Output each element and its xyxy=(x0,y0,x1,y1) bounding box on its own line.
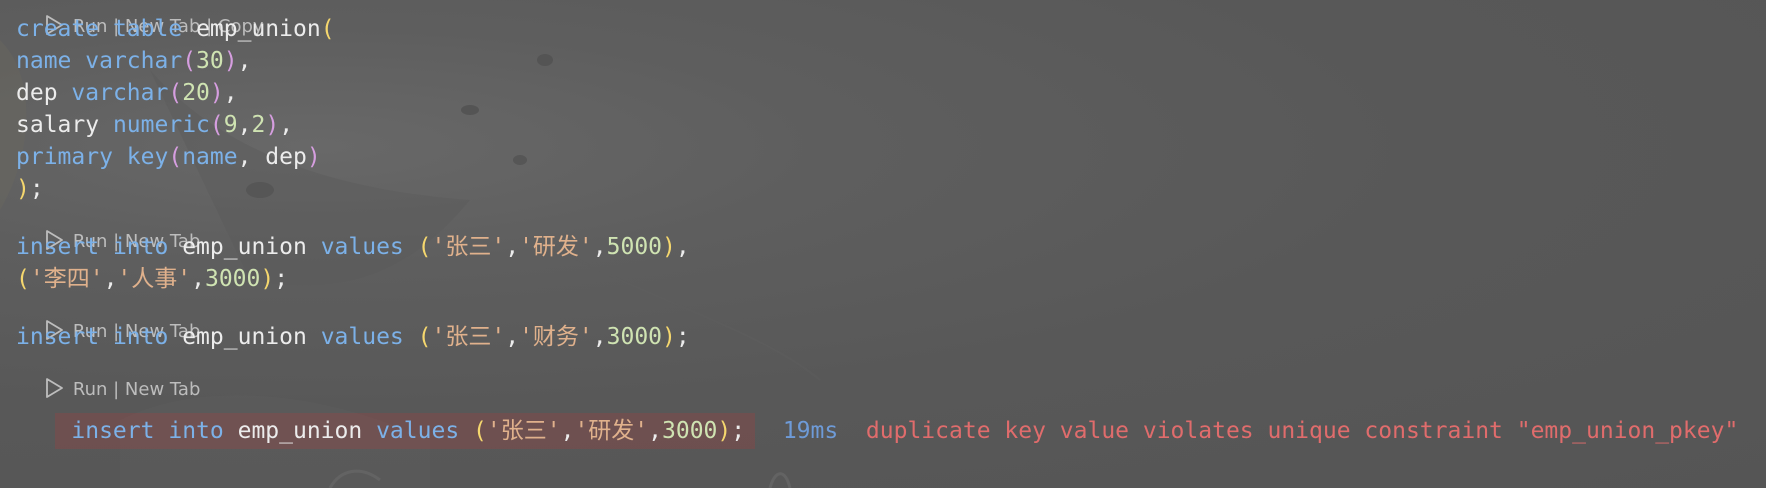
string: '研发' xyxy=(519,234,593,260)
paren: ( xyxy=(168,80,183,106)
string: '研发' xyxy=(574,418,649,444)
string: '人事' xyxy=(117,266,192,292)
column-salary: salary xyxy=(16,112,100,138)
semicolon: ; xyxy=(731,418,746,444)
paren: ) xyxy=(260,266,275,292)
sql-editor[interactable]: Run | New Tab | Copy create table emp_un… xyxy=(0,0,1766,488)
keyword-key: key xyxy=(126,144,169,170)
number: 3000 xyxy=(662,418,718,444)
comma: , xyxy=(675,234,690,260)
string: '张三' xyxy=(431,234,506,260)
number: 30 xyxy=(196,48,224,74)
comma: , xyxy=(191,266,205,292)
paren: ) xyxy=(223,48,238,74)
keyword-primary: primary xyxy=(16,144,113,170)
table-name: emp_union xyxy=(182,234,307,260)
codelens-2: Run | New Tab xyxy=(20,293,200,342)
type-varchar: varchar xyxy=(71,80,169,106)
codelens-3: Run | New Tab xyxy=(20,351,200,400)
comma: , xyxy=(237,48,252,74)
number: 5000 xyxy=(606,234,663,260)
paren: ) xyxy=(265,112,280,138)
number: 2 xyxy=(251,112,266,138)
number: 20 xyxy=(182,80,210,106)
comma: , xyxy=(592,234,607,260)
type-varchar: varchar xyxy=(85,48,183,74)
code-line-8[interactable]: ('李四','人事',3000); xyxy=(16,261,288,297)
keyword-into: into xyxy=(112,324,169,350)
semicolon: ; xyxy=(675,324,690,350)
paren: ( xyxy=(320,16,335,42)
column-dep: dep xyxy=(16,80,58,106)
paren: ( xyxy=(209,112,224,138)
semicolon: ; xyxy=(274,266,289,292)
column-name: name xyxy=(16,48,72,74)
keyword-table: table xyxy=(112,16,183,42)
execution-time: 19ms xyxy=(782,418,839,444)
keyword-create: create xyxy=(16,16,100,42)
keyword-insert: insert xyxy=(16,234,100,260)
keyword-values: values xyxy=(376,418,460,444)
keyword-values: values xyxy=(320,324,404,350)
table-name: emp_union xyxy=(196,16,321,42)
paren: ( xyxy=(417,234,432,260)
code-line-6[interactable]: ); xyxy=(16,171,44,207)
paren: ) xyxy=(717,418,732,444)
error-message: duplicate key value violates unique cons… xyxy=(865,418,1739,444)
paren: ( xyxy=(417,324,432,350)
comma: , xyxy=(592,324,607,350)
keyword-into: into xyxy=(112,234,169,260)
comma: , xyxy=(505,234,520,260)
code-line-2[interactable]: name varchar(30), xyxy=(16,43,251,79)
key-column-dep: dep xyxy=(265,144,307,170)
code-line-1[interactable]: create table emp_union( xyxy=(16,11,335,47)
code-line-10[interactable]: insert into emp_union values ('张三','研发',… xyxy=(16,377,1738,449)
paren: ) xyxy=(306,144,321,170)
string: '张三' xyxy=(486,418,561,444)
comma: , xyxy=(505,324,520,350)
keyword-into: into xyxy=(168,418,224,444)
paren: ( xyxy=(16,266,30,292)
comma: , xyxy=(237,144,266,170)
semicolon: ; xyxy=(29,176,44,202)
comma: , xyxy=(237,112,252,138)
paren: ( xyxy=(473,418,487,444)
number: 3000 xyxy=(204,266,261,292)
paren: ) xyxy=(16,176,30,202)
comma: , xyxy=(648,418,663,444)
comma: , xyxy=(223,80,238,106)
code-line-9[interactable]: insert into emp_union values ('张三','财务',… xyxy=(16,319,690,355)
code-line-3[interactable]: dep varchar(20), xyxy=(16,75,238,111)
keyword-insert: insert xyxy=(16,324,100,350)
codelens-1: Run | New Tab xyxy=(20,203,200,252)
string: '李四' xyxy=(29,266,104,292)
comma: , xyxy=(103,266,118,292)
error-highlight: insert into emp_union values ('张三','研发',… xyxy=(55,413,756,449)
table-name: emp_union xyxy=(237,418,363,444)
string: '财务' xyxy=(519,324,593,350)
paren: ) xyxy=(662,234,676,260)
keyword-insert: insert xyxy=(71,418,155,444)
paren: ) xyxy=(209,80,224,106)
type-numeric: numeric xyxy=(112,112,210,138)
table-name: emp_union xyxy=(182,324,307,350)
key-column-name: name xyxy=(182,144,238,170)
keyword-values: values xyxy=(320,234,404,260)
number: 9 xyxy=(223,112,238,138)
number: 3000 xyxy=(606,324,663,350)
code-line-5[interactable]: primary key(name, dep) xyxy=(16,139,321,175)
code-line-7[interactable]: insert into emp_union values ('张三','研发',… xyxy=(16,229,690,265)
paren: ( xyxy=(168,144,183,170)
paren: ( xyxy=(182,48,197,74)
comma: , xyxy=(560,418,575,444)
paren: ) xyxy=(662,324,676,350)
comma: , xyxy=(279,112,294,138)
code-line-4[interactable]: salary numeric(9,2), xyxy=(16,107,293,143)
string: '张三' xyxy=(431,324,506,350)
